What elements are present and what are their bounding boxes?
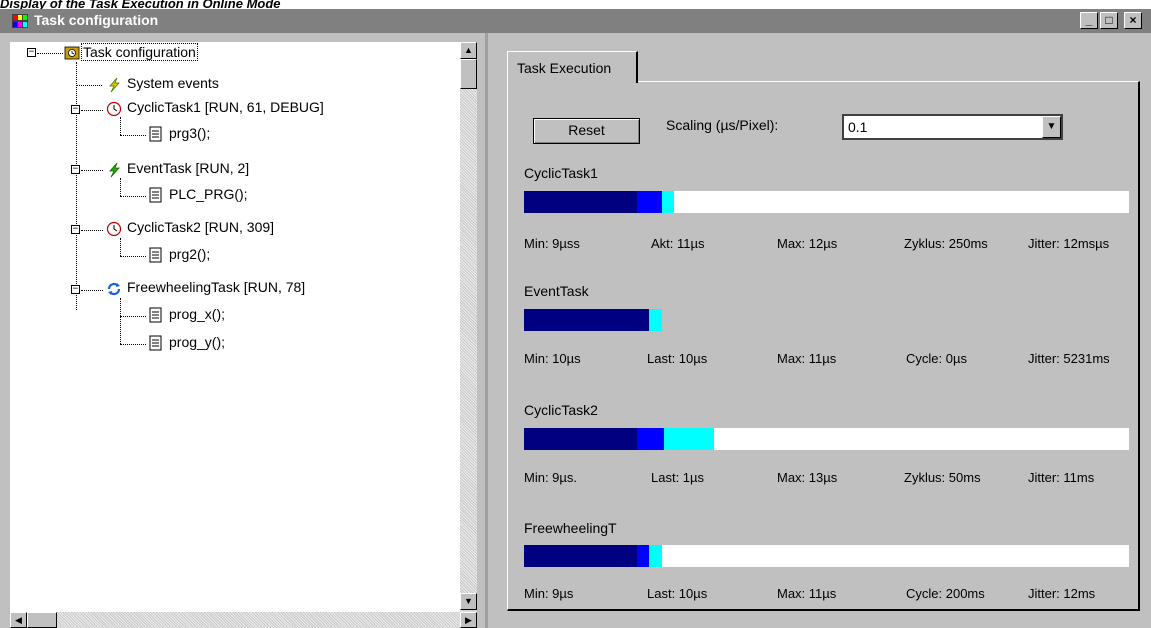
tree-horizontal-scrollbar[interactable]: ◀ ▶ — [10, 612, 477, 628]
tree-item-prg3[interactable]: prg3(); — [169, 125, 210, 141]
stat-current: Last: 10µs — [647, 351, 708, 366]
program-icon — [149, 247, 162, 263]
scroll-up-icon[interactable]: ▲ — [460, 42, 477, 59]
stat-min: Min: 9µs. — [524, 470, 578, 485]
tree-item-freewheelingtask[interactable]: FreewheelingTask [RUN, 78] — [127, 279, 305, 295]
app-icon — [12, 14, 28, 28]
minimize-button[interactable]: _ — [1080, 12, 1098, 29]
max-segment — [661, 191, 674, 213]
stat-max: Max: 12µs — [777, 236, 838, 251]
tree-item-cyclictask2[interactable]: CyclicTask2 [RUN, 309] — [127, 219, 274, 235]
tree-root-label[interactable]: Task configuration — [81, 43, 198, 61]
execution-bar — [524, 428, 1129, 450]
current-segment — [636, 428, 664, 450]
stat-jitter: Jitter: 12ms — [1028, 586, 1096, 601]
scroll-thumb[interactable] — [27, 612, 57, 628]
scroll-thumb[interactable] — [460, 59, 477, 89]
execution-bar — [524, 545, 1129, 567]
max-segment — [664, 428, 714, 450]
tree-item-prg2[interactable]: prg2(); — [169, 246, 210, 262]
stat-current: Last: 1µs — [651, 470, 705, 485]
collapse-icon[interactable]: − — [71, 285, 80, 294]
collapse-icon[interactable]: − — [71, 225, 80, 234]
scaling-value: 0.1 — [848, 119, 868, 135]
task-name: CyclicTask1 — [524, 165, 598, 181]
tree-item-plc-prg[interactable]: PLC_PRG(); — [169, 186, 248, 202]
scroll-left-icon[interactable]: ◀ — [10, 612, 27, 628]
scaling-label: Scaling (µs/Pixel): — [666, 117, 779, 133]
reset-button[interactable]: Reset — [533, 118, 640, 144]
stat-max: Max: 11µs — [777, 586, 837, 601]
stat-jitter: Jitter: 11ms — [1028, 470, 1095, 485]
maximize-button[interactable]: □ — [1100, 12, 1118, 29]
stat-cycle: Zyklus: 250ms — [904, 236, 988, 251]
pane-divider[interactable] — [485, 33, 488, 628]
stat-cycle: Zyklus: 50ms — [904, 470, 981, 485]
tree-item-eventtask[interactable]: EventTask [RUN, 2] — [127, 160, 249, 176]
tree-vertical-scrollbar[interactable]: ▲ ▼ — [460, 42, 477, 614]
scroll-right-icon[interactable]: ▶ — [460, 612, 477, 628]
stat-current: Akt: 11µs — [651, 236, 705, 251]
tree-item-system-events[interactable]: System events — [127, 75, 219, 91]
freewheeling-icon — [107, 282, 121, 296]
execution-bar — [524, 309, 1129, 331]
min-segment — [524, 545, 637, 567]
window-title: Task configuration — [34, 12, 159, 28]
task-name: FreewheelingT — [524, 520, 617, 536]
current-segment — [636, 545, 649, 567]
stat-jitter: Jitter: 12msµs — [1028, 236, 1110, 251]
min-segment — [524, 309, 649, 331]
clock-icon — [106, 221, 122, 237]
task-tree[interactable]: − Task configuration System events − Cyc… — [10, 42, 460, 614]
scroll-down-icon[interactable]: ▼ — [460, 593, 477, 610]
max-segment — [649, 545, 662, 567]
task-name: CyclicTask2 — [524, 402, 598, 418]
program-icon — [149, 335, 162, 351]
lightning-icon — [109, 77, 120, 93]
stat-min: Min: 10µs — [524, 351, 581, 366]
clock-icon — [106, 101, 122, 117]
tree-item-cyclictask1[interactable]: CyclicTask1 [RUN, 61, DEBUG] — [127, 99, 324, 115]
tab-task-execution[interactable]: Task Execution — [507, 51, 638, 83]
tree-item-prog-x[interactable]: prog_x(); — [169, 306, 225, 322]
chevron-down-icon[interactable]: ▼ — [1042, 116, 1061, 138]
collapse-icon[interactable]: − — [27, 48, 36, 57]
stat-max: Max: 13µs — [777, 470, 838, 485]
execution-bar — [524, 191, 1129, 213]
task-configuration-icon — [64, 46, 80, 60]
stat-min: Min: 9µs — [524, 586, 574, 601]
program-icon — [149, 126, 162, 142]
close-button[interactable]: × — [1124, 12, 1142, 29]
min-segment — [524, 428, 637, 450]
stat-cycle: Cycle: 0µs — [906, 351, 967, 366]
title-bar: Task configuration _ □ × — [0, 9, 1151, 33]
task-name: EventTask — [524, 283, 589, 299]
stat-max: Max: 11µs — [777, 351, 837, 366]
lightning-icon — [109, 162, 120, 178]
program-icon — [149, 307, 162, 323]
max-segment — [649, 309, 662, 331]
scaling-select[interactable]: 0.1 ▼ — [842, 114, 1063, 140]
stat-current: Last: 10µs — [647, 586, 708, 601]
stat-min: Min: 9µss — [524, 236, 580, 251]
stat-jitter: Jitter: 5231ms — [1028, 351, 1110, 366]
tree-item-prog-y[interactable]: prog_y(); — [169, 334, 225, 350]
current-segment — [636, 191, 662, 213]
collapse-icon[interactable]: − — [71, 105, 80, 114]
stat-cycle: Cycle: 200ms — [906, 586, 985, 601]
program-icon — [149, 187, 162, 203]
min-segment — [524, 191, 637, 213]
collapse-icon[interactable]: − — [71, 165, 80, 174]
